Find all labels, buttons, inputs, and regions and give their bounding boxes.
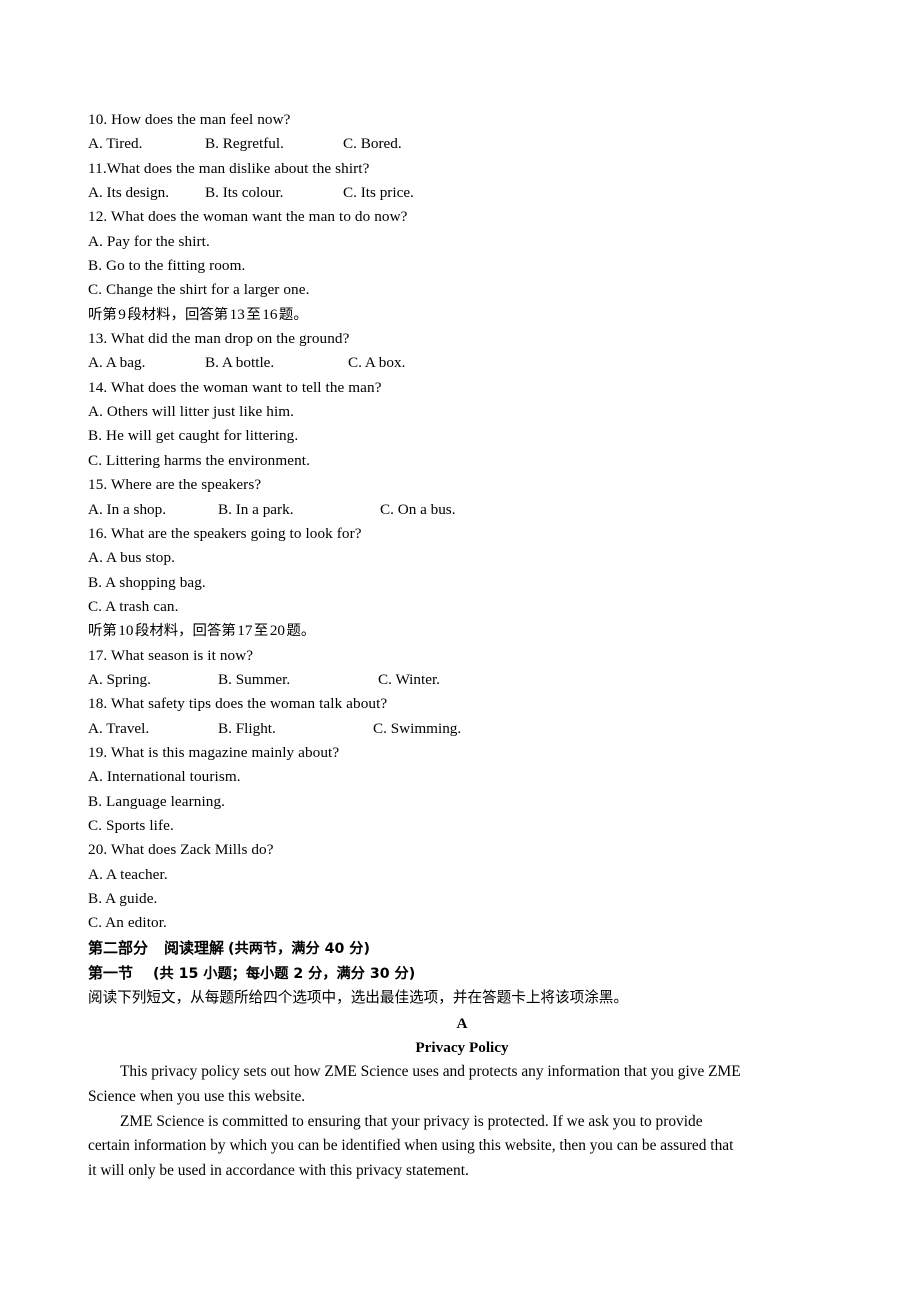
option-row-11: A. Its design. B. Its colour. C. Its pri… — [88, 181, 828, 205]
option-19-c[interactable]: C. Sports life. — [88, 814, 828, 838]
option-18-b[interactable]: B. Flight. — [218, 717, 276, 741]
cue-10-material-number: 10 — [118, 622, 134, 640]
passage-title: Privacy Policy — [415, 1039, 509, 1057]
option-12-b[interactable]: B. Go to the fitting room. — [88, 254, 828, 278]
option-row-13: A. A bag. B. A bottle. C. A box. — [88, 351, 828, 375]
option-16-c[interactable]: C. A trash can. — [88, 595, 828, 619]
question-stem-10: 10. How does the man feel now? — [88, 111, 291, 128]
cue-9-prefix: 听第 — [88, 306, 117, 323]
cue-9-from: 13 — [229, 305, 245, 323]
option-15-a[interactable]: A. In a shop. — [88, 498, 166, 522]
option-11-a[interactable]: A. Its design. — [88, 181, 169, 205]
cue-9-to-word: 至 — [246, 306, 261, 323]
option-16-b[interactable]: B. A shopping bag. — [88, 571, 828, 595]
option-19-a[interactable]: A. International tourism. — [88, 765, 828, 789]
option-15-c[interactable]: C. On a bus. — [380, 498, 456, 522]
listening-cue-material-9: 听第9 段材料，回答第13 至16 题。 — [88, 303, 828, 327]
option-16-a[interactable]: A. A bus stop. — [88, 546, 828, 570]
option-10-b[interactable]: B. Regretful. — [205, 132, 284, 156]
question-stem-18: 18. What safety tips does the woman talk… — [88, 695, 388, 713]
option-12-a[interactable]: A. Pay for the shirt. — [88, 230, 828, 254]
option-19-b[interactable]: B. Language learning. — [88, 790, 828, 814]
question-stem-16: 16. What are the speakers going to look … — [88, 524, 362, 542]
option-18-a[interactable]: A. Travel. — [88, 717, 149, 741]
cue-9-to: 16 — [262, 305, 278, 323]
option-11-c[interactable]: C. Its price. — [343, 181, 414, 205]
question-stem-14: 14. What does the woman want to tell the… — [88, 378, 382, 396]
question-stem-17: 17. What season is it now? — [88, 646, 254, 664]
listening-cue-material-10: 听第10 段材料，回答第17 至20 题。 — [88, 619, 828, 643]
option-18-c[interactable]: C. Swimming. — [373, 717, 461, 741]
option-11-b[interactable]: B. Its colour. — [205, 181, 283, 205]
cue-10-to-word: 至 — [253, 623, 269, 640]
option-row-15: A. In a shop. B. In a park. C. On a bus. — [88, 498, 828, 522]
cue-10-suffix: 题。 — [286, 623, 316, 640]
option-row-10: A. Tired. B. Regretful. C. Bored. — [88, 132, 828, 156]
cue-10-middle: 段材料，回答第 — [134, 623, 236, 640]
option-20-a[interactable]: A. A teacher. — [88, 863, 828, 887]
reading-directions: 阅读下列短文，从每题所给四个选项中，选出最佳选项，并在答题卡上将该项涂黑。 — [88, 989, 628, 1007]
question-stem-19: 19. What is this magazine mainly about? — [88, 743, 340, 761]
part-two-heading: 第二部分 阅读理解 (共两节，满分 40 分) — [88, 936, 828, 961]
option-10-a[interactable]: A. Tired. — [88, 132, 142, 156]
option-20-c[interactable]: C. An editor. — [88, 911, 828, 935]
cue-9-middle: 段材料，回答第 — [127, 306, 229, 323]
question-stem-20: 20. What does Zack Mills do? — [88, 841, 274, 859]
question-stem-15: 15. Where are the speakers? — [88, 476, 262, 494]
option-13-c[interactable]: C. A box. — [348, 351, 405, 375]
cue-10-prefix: 听第 — [88, 623, 117, 640]
part-two-label: 第二部分 — [88, 938, 149, 957]
part-two-scoring: (共两节，满分 40 分) — [228, 940, 370, 957]
question-stem-12: 12. What does the woman want the man to … — [88, 208, 408, 226]
option-14-b[interactable]: B. He will get caught for littering. — [88, 424, 828, 448]
section-one-label: 第一节 — [88, 964, 134, 983]
option-14-c[interactable]: C. Littering harms the environment. — [88, 449, 828, 473]
passage-paragraph-2: ZME Science is committed to ensuring tha… — [88, 1112, 734, 1179]
option-10-c[interactable]: C. Bored. — [343, 132, 402, 156]
cue-10-from: 17 — [237, 622, 253, 640]
option-13-a[interactable]: A. A bag. — [88, 351, 145, 375]
option-14-a[interactable]: A. Others will litter just like him. — [88, 400, 828, 424]
question-stem-11: 11.What does the man dislike about the s… — [88, 159, 370, 177]
option-17-a[interactable]: A. Spring. — [88, 668, 151, 692]
page-content: 10. How does the man feel now? A. Tired.… — [88, 108, 828, 1183]
option-row-18: A. Travel. B. Flight. C. Swimming. — [88, 717, 828, 741]
question-stem-13: 13. What did the man drop on the ground? — [88, 330, 350, 348]
section-one-scoring: (共 15 小题；每小题 2 分，满分 30 分) — [153, 966, 416, 983]
section-one-heading: 第一节 (共 15 小题；每小题 2 分，满分 30 分) — [88, 961, 828, 986]
option-12-c[interactable]: C. Change the shirt for a larger one. — [88, 278, 828, 302]
passage-paragraph-1: This privacy policy sets out how ZME Sci… — [88, 1063, 741, 1105]
cue-9-suffix: 题。 — [278, 306, 308, 323]
option-row-17: A. Spring. B. Summer. C. Winter. — [88, 668, 828, 692]
cue-10-to: 20 — [269, 622, 286, 640]
part-two-title: 阅读理解 — [164, 938, 225, 957]
option-17-b[interactable]: B. Summer. — [218, 668, 290, 692]
cue-9-material-number: 9 — [118, 305, 126, 323]
option-15-b[interactable]: B. In a park. — [218, 498, 294, 522]
option-17-c[interactable]: C. Winter. — [378, 668, 440, 692]
passage-letter: A — [456, 1014, 468, 1032]
exam-page: 10. How does the man feel now? A. Tired.… — [0, 0, 920, 1303]
option-20-b[interactable]: B. A guide. — [88, 887, 828, 911]
option-13-b[interactable]: B. A bottle. — [205, 351, 274, 375]
